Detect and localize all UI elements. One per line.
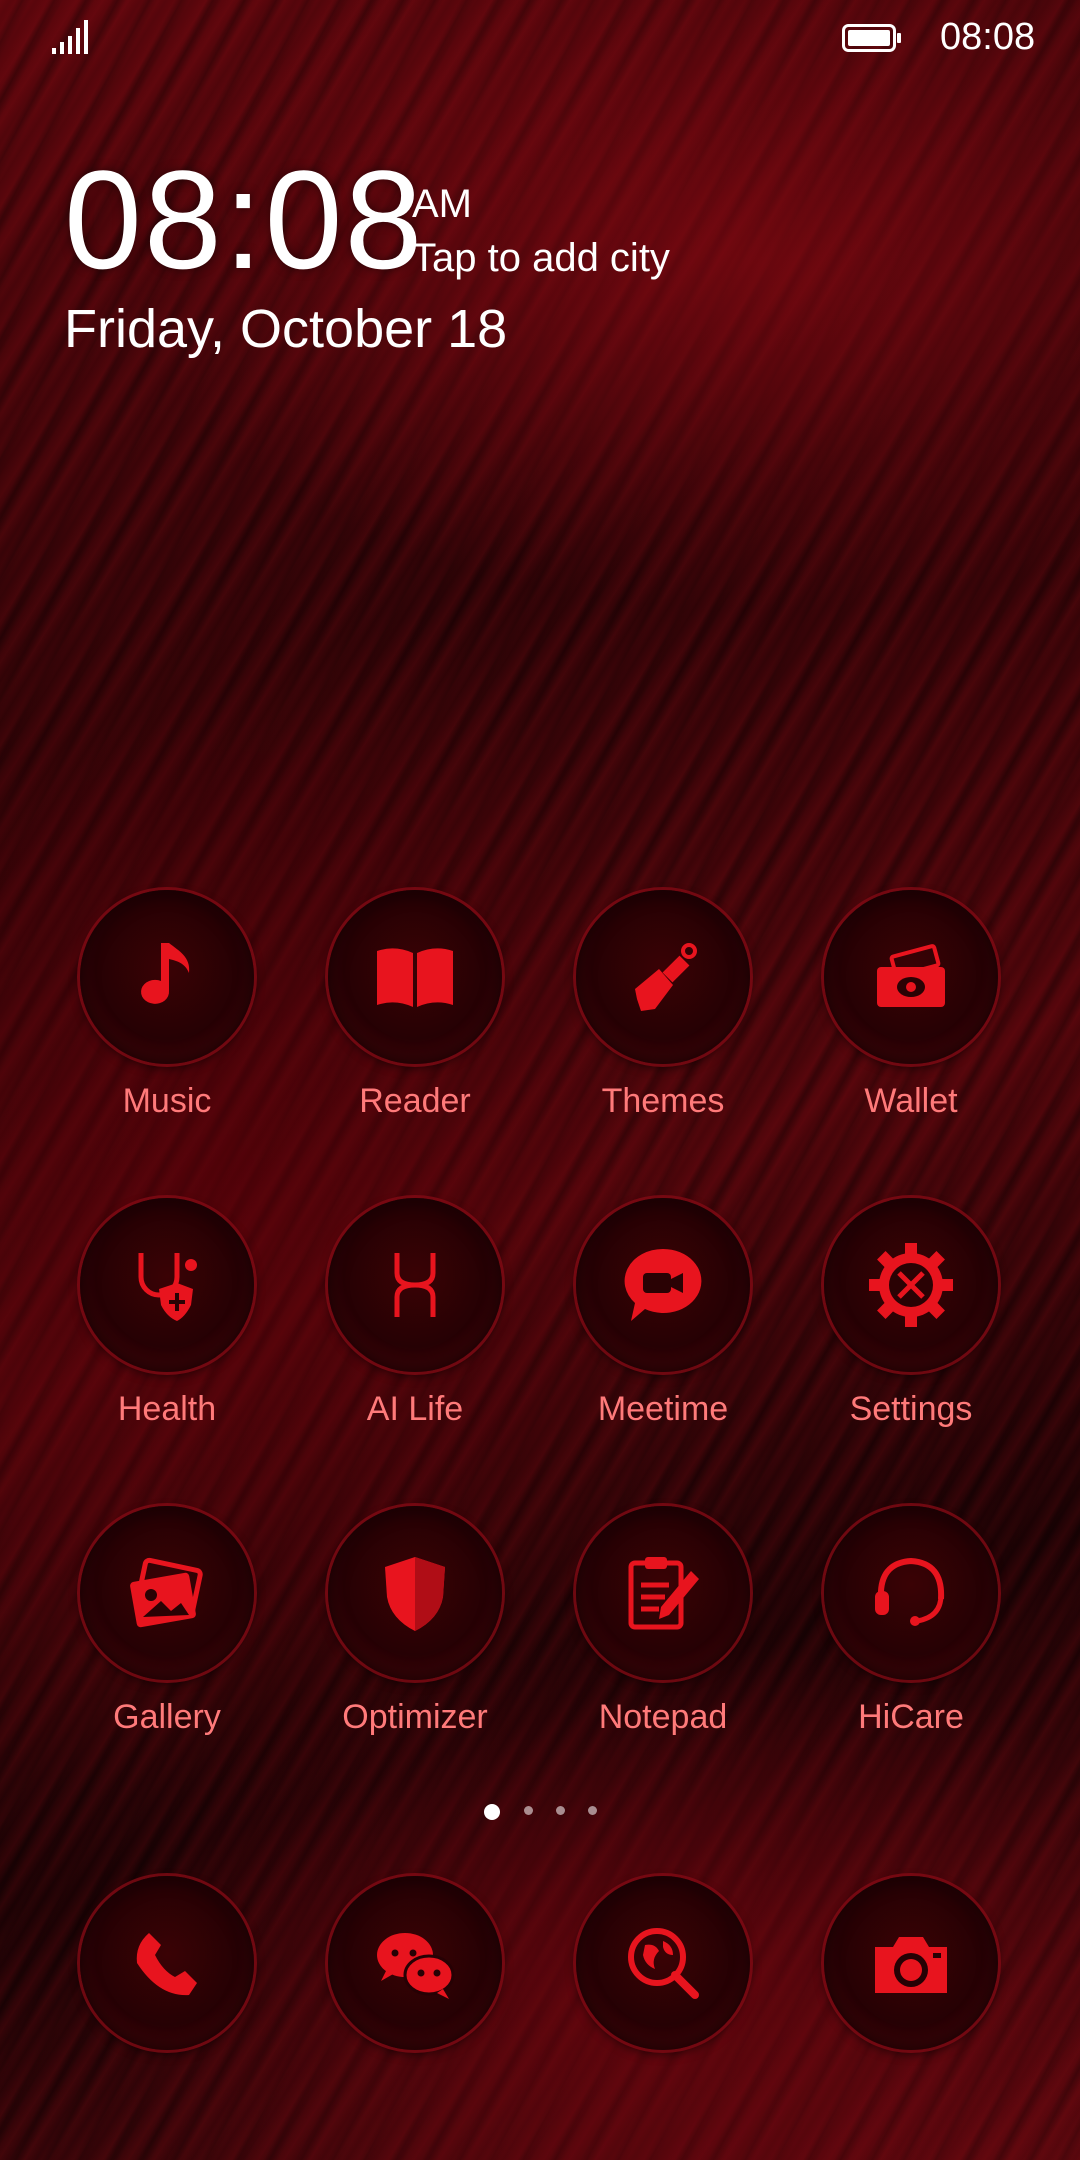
headset-icon: [875, 1557, 945, 1626]
battery-icon: [842, 24, 901, 52]
music-note-icon: [141, 943, 190, 1004]
page-dot[interactable]: [556, 1806, 565, 1815]
app-notepad[interactable]: Notepad: [563, 1506, 763, 1737]
wallet-icon: [877, 944, 945, 1007]
app-label: Reader: [359, 1082, 471, 1120]
app-gallery-button[interactable]: [80, 1506, 254, 1680]
app-ai-life[interactable]: AI Life: [315, 1198, 515, 1429]
app-health-button[interactable]: [80, 1198, 254, 1372]
app-label: Optimizer: [342, 1698, 488, 1736]
book-icon: [377, 948, 453, 1007]
ai-life-icon: [394, 1253, 436, 1317]
app-music-button[interactable]: [80, 890, 254, 1064]
dock-phone[interactable]: [67, 1876, 267, 2050]
app-meetime[interactable]: Meetime: [563, 1198, 763, 1429]
app-hicare[interactable]: HiCare: [811, 1506, 1011, 1737]
app-label: Themes: [601, 1082, 725, 1120]
app-notepad-button[interactable]: [576, 1506, 750, 1680]
gallery-icon: [130, 1557, 203, 1628]
app-settings-button[interactable]: [824, 1198, 998, 1372]
phone-icon: [136, 1933, 197, 1996]
chat-icon: [377, 1933, 455, 1999]
app-label: Music: [122, 1082, 212, 1120]
app-wallet[interactable]: Wallet: [811, 890, 1011, 1121]
page-dot[interactable]: [588, 1806, 597, 1815]
app-optimizer-button[interactable]: [328, 1506, 502, 1680]
app-label: Gallery: [113, 1698, 221, 1736]
app-reader[interactable]: Reader: [315, 890, 515, 1121]
dock-camera[interactable]: [811, 1876, 1011, 2050]
app-reader-button[interactable]: [328, 890, 502, 1064]
browser-icon: [628, 1928, 699, 1999]
app-wallet-button[interactable]: [824, 890, 998, 1064]
dock-browser[interactable]: [563, 1876, 763, 2050]
gear-icon: [869, 1243, 953, 1327]
stethoscope-icon: [138, 1253, 197, 1321]
dock-phone-button[interactable]: [80, 1876, 254, 2050]
dock-camera-button[interactable]: [824, 1876, 998, 2050]
app-music[interactable]: Music: [67, 890, 267, 1121]
status-time: 08:08: [940, 16, 1036, 58]
signal-icon: [52, 20, 88, 54]
date-label: Friday, October 18: [64, 299, 508, 359]
app-settings[interactable]: Settings: [811, 1198, 1011, 1429]
app-meetime-button[interactable]: [576, 1198, 750, 1372]
add-city-link[interactable]: Tap to add city: [412, 236, 670, 281]
notepad-icon: [628, 1557, 699, 1630]
page-indicator[interactable]: [0, 1802, 1080, 1822]
page-dot[interactable]: [524, 1806, 533, 1815]
paintbrush-icon: [635, 943, 697, 1011]
dock-messages[interactable]: [315, 1876, 515, 2050]
shield-icon: [385, 1557, 445, 1631]
app-label: AI Life: [366, 1390, 464, 1428]
status-bar: 08:08: [0, 0, 1080, 72]
app-themes-button[interactable]: [576, 890, 750, 1064]
app-optimizer[interactable]: Optimizer: [315, 1506, 515, 1737]
app-label: Settings: [849, 1390, 973, 1428]
app-ai-life-button[interactable]: [328, 1198, 502, 1372]
app-themes[interactable]: Themes: [563, 890, 763, 1121]
camera-icon: [875, 1937, 947, 1993]
page-dot-active[interactable]: [484, 1804, 500, 1820]
clock-ampm: AM: [412, 182, 472, 226]
video-chat-icon: [624, 1248, 702, 1321]
app-label: HiCare: [858, 1698, 964, 1736]
app-gallery[interactable]: Gallery: [67, 1506, 267, 1737]
app-hicare-button[interactable]: [824, 1506, 998, 1680]
app-label: Meetime: [597, 1390, 729, 1428]
dock-browser-button[interactable]: [576, 1876, 750, 2050]
app-label: Health: [117, 1390, 217, 1428]
app-label: Notepad: [598, 1698, 728, 1736]
clock-time[interactable]: 08:08: [64, 150, 424, 290]
app-health[interactable]: Health: [67, 1198, 267, 1429]
dock-messages-button[interactable]: [328, 1876, 502, 2050]
app-label: Wallet: [864, 1082, 958, 1120]
